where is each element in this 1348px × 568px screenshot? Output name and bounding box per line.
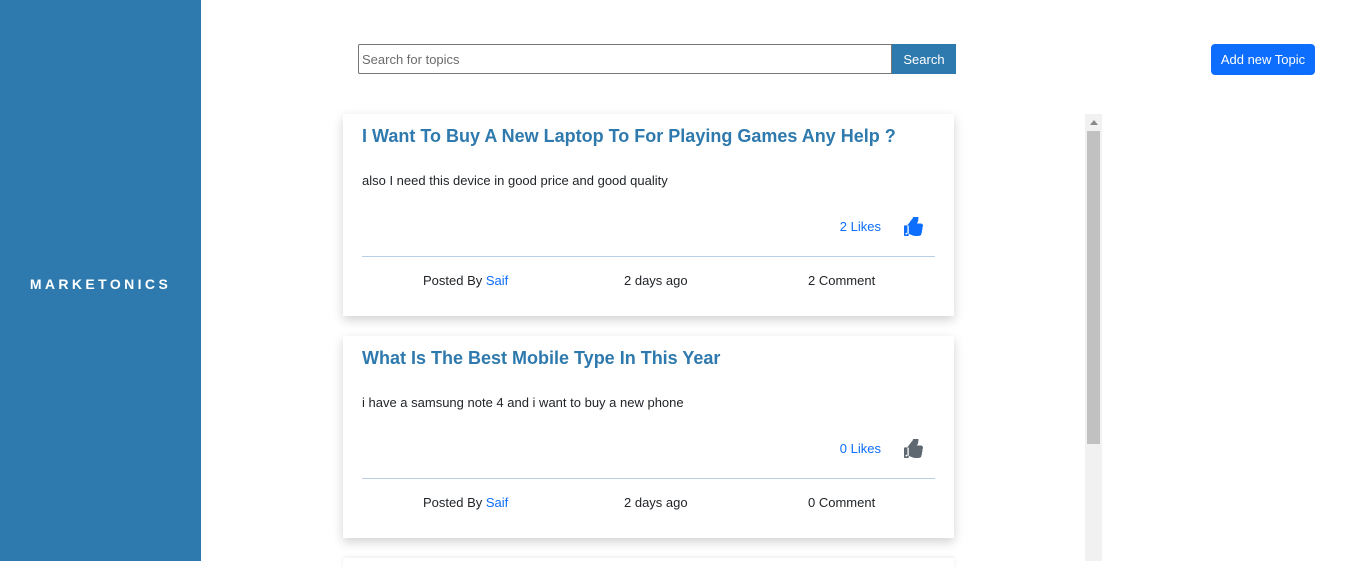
- topic-card: What Is The Best Mobile Type In This Yea…: [343, 336, 954, 538]
- search-bar: Search: [358, 44, 956, 74]
- brand-logo-text: MARKETONICS: [29, 275, 172, 292]
- posted-by: Posted By Saif: [423, 495, 508, 510]
- posted-by-label: Posted By: [423, 495, 483, 510]
- post-time: 2 days ago: [624, 273, 688, 288]
- feed-scrollbar[interactable]: [1085, 114, 1102, 561]
- likes-count[interactable]: 2 Likes: [840, 219, 881, 234]
- thumbs-up-icon[interactable]: [904, 217, 923, 236]
- topic-body: also I need this device in good price an…: [362, 173, 668, 188]
- search-input[interactable]: [358, 44, 892, 74]
- author-link[interactable]: Saif: [486, 495, 508, 510]
- scroll-up-arrow-icon[interactable]: [1085, 114, 1102, 130]
- topic-card: I Want To Buy A New Laptop To For Playin…: [343, 114, 954, 316]
- topic-body: i have a samsung note 4 and i want to bu…: [362, 395, 684, 410]
- topic-card-partial: [343, 558, 954, 568]
- author-link[interactable]: Saif: [486, 273, 508, 288]
- topic-title[interactable]: What Is The Best Mobile Type In This Yea…: [362, 348, 720, 369]
- scrollbar-thumb[interactable]: [1087, 131, 1100, 444]
- posted-by: Posted By Saif: [423, 273, 508, 288]
- search-button[interactable]: Search: [892, 44, 956, 74]
- comments-count[interactable]: 0 Comment: [808, 495, 875, 510]
- thumbs-up-icon[interactable]: [904, 439, 923, 458]
- card-divider: [362, 256, 935, 257]
- comments-count[interactable]: 2 Comment: [808, 273, 875, 288]
- card-divider: [362, 478, 935, 479]
- topic-title[interactable]: I Want To Buy A New Laptop To For Playin…: [362, 126, 896, 147]
- posted-by-label: Posted By: [423, 273, 483, 288]
- post-time: 2 days ago: [624, 495, 688, 510]
- likes-count[interactable]: 0 Likes: [840, 441, 881, 456]
- sidebar: MARKETONICS: [0, 0, 201, 561]
- add-new-topic-button[interactable]: Add new Topic: [1211, 44, 1315, 75]
